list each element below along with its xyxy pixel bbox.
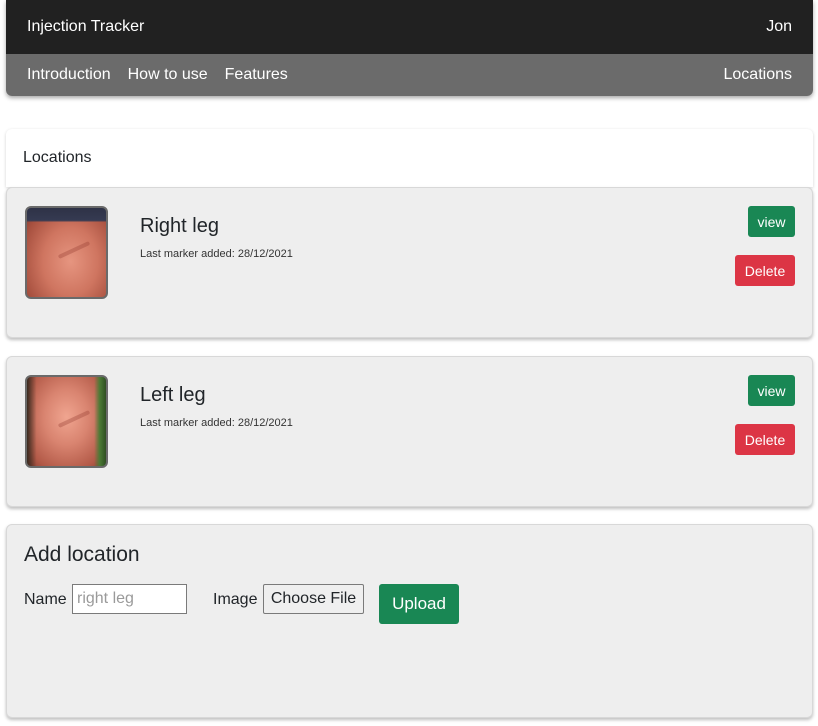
top-bar: Injection Tracker Jon xyxy=(6,0,813,54)
view-button[interactable]: view xyxy=(748,206,795,237)
add-location-card: Add location Name Image Choose File Uplo… xyxy=(6,524,813,718)
view-button[interactable]: view xyxy=(748,375,795,406)
injection-mark xyxy=(57,410,91,428)
nav-link-how-to-use[interactable]: How to use xyxy=(128,66,208,84)
choose-file-button[interactable]: Choose File xyxy=(263,584,364,614)
locations-heading-label: Locations xyxy=(23,149,92,166)
sub-nav: Introduction How to use Features Locatio… xyxy=(6,54,813,96)
location-last-marker: Last marker added: 28/12/2021 xyxy=(140,248,293,260)
nav-link-features[interactable]: Features xyxy=(225,66,288,84)
name-label: Name xyxy=(24,591,67,608)
locations-heading: Locations xyxy=(6,129,813,187)
location-card-right-leg: Right leg Last marker added: 28/12/2021 … xyxy=(6,187,813,338)
delete-button[interactable]: Delete xyxy=(735,424,795,455)
navbar: Injection Tracker Jon Introduction How t… xyxy=(6,0,813,96)
add-location-form: Name Image Choose File Upload xyxy=(24,584,804,624)
nav-link-introduction[interactable]: Introduction xyxy=(27,66,111,84)
location-name: Right leg xyxy=(140,215,219,237)
name-input[interactable] xyxy=(72,584,187,614)
sub-nav-links: Introduction How to use Features xyxy=(27,66,288,84)
location-last-marker: Last marker added: 28/12/2021 xyxy=(140,417,293,429)
injection-mark xyxy=(57,241,91,259)
image-label: Image xyxy=(213,591,258,608)
nav-link-locations[interactable]: Locations xyxy=(724,66,793,84)
user-menu[interactable]: Jon xyxy=(766,18,792,36)
delete-button[interactable]: Delete xyxy=(735,255,795,286)
location-thumbnail xyxy=(25,206,108,299)
add-location-title: Add location xyxy=(24,543,140,566)
app-title[interactable]: Injection Tracker xyxy=(27,18,144,36)
location-thumbnail xyxy=(25,375,108,468)
location-name: Left leg xyxy=(140,384,206,406)
location-card-left-leg: Left leg Last marker added: 28/12/2021 v… xyxy=(6,356,813,507)
upload-button[interactable]: Upload xyxy=(379,584,459,624)
